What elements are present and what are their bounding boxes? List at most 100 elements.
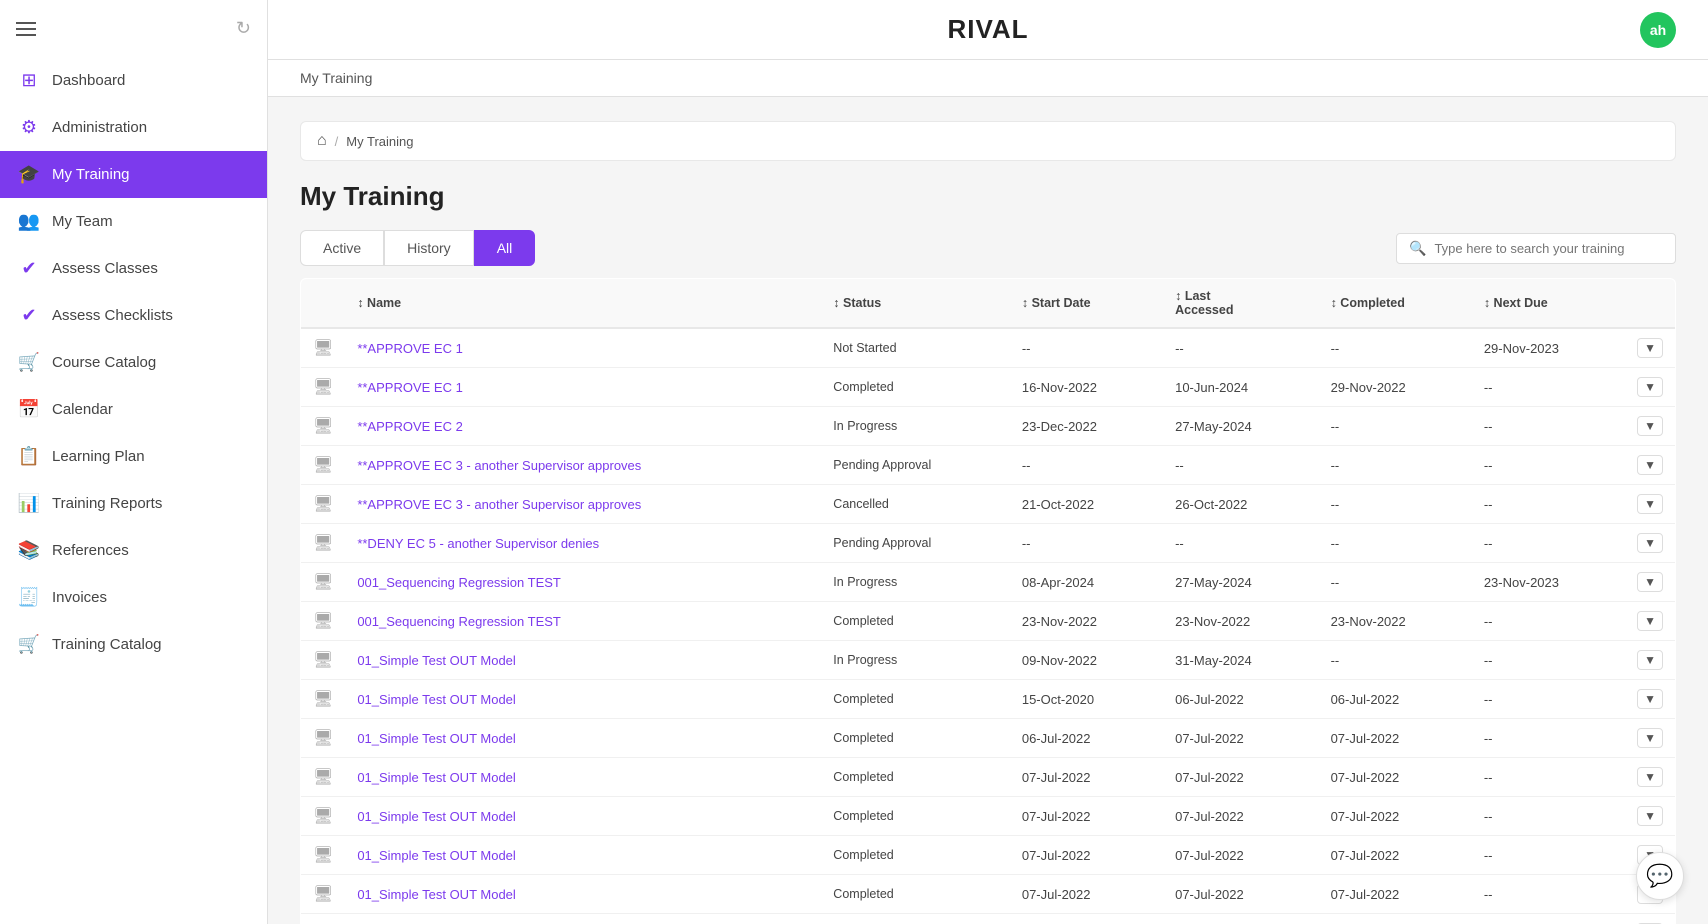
- row-name[interactable]: **APPROVE EC 3 - another Supervisor appr…: [345, 446, 821, 485]
- hamburger-menu-icon[interactable]: [16, 22, 36, 36]
- search-input[interactable]: [1434, 241, 1663, 256]
- row-action[interactable]: ▼: [1625, 563, 1675, 602]
- row-action[interactable]: ▼: [1625, 368, 1675, 407]
- row-next-due: --: [1472, 719, 1625, 758]
- row-dropdown-button[interactable]: ▼: [1637, 806, 1663, 826]
- monitor-icon: 🖥: [313, 808, 333, 825]
- row-dropdown-button[interactable]: ▼: [1637, 611, 1663, 631]
- row-dropdown-button[interactable]: ▼: [1637, 494, 1663, 514]
- row-status: Cancelled: [821, 485, 1010, 524]
- table-row: 🖥 **APPROVE EC 3 - another Supervisor ap…: [301, 485, 1676, 524]
- row-start-date: 07-Jul-2022: [1010, 875, 1163, 914]
- sidebar-item-my-team[interactable]: 👥 My Team: [0, 198, 267, 245]
- sidebar-item-calendar[interactable]: 📅 Calendar: [0, 386, 267, 433]
- row-action[interactable]: ▼: [1625, 328, 1675, 368]
- row-name[interactable]: 01_Simple Test OUT Model: [345, 836, 821, 875]
- sidebar-item-assess-classes[interactable]: ✔ Assess Classes: [0, 245, 267, 292]
- col-header-next-due[interactable]: ↕ Next Due: [1472, 279, 1625, 329]
- row-action[interactable]: ▼: [1625, 797, 1675, 836]
- row-action[interactable]: ▼: [1625, 641, 1675, 680]
- row-name[interactable]: 01_Simple Test OUT Model: [345, 875, 821, 914]
- row-completed: 07-Jul-2022: [1319, 719, 1472, 758]
- row-action[interactable]: ▼: [1625, 758, 1675, 797]
- row-name[interactable]: **APPROVE EC 1: [345, 368, 821, 407]
- row-next-due: 23-Nov-2023: [1472, 563, 1625, 602]
- table-row: 🖥 01_Simple Test OUT Model In Progress 0…: [301, 641, 1676, 680]
- row-name[interactable]: 001_Sequencing Regression TEST: [345, 563, 821, 602]
- row-name[interactable]: **APPROVE EC 1: [345, 328, 821, 368]
- row-action[interactable]: ▼: [1625, 680, 1675, 719]
- monitor-icon: 🖥: [313, 340, 333, 357]
- row-last-accessed: 07-Jul-2022: [1163, 797, 1318, 836]
- row-dropdown-button[interactable]: ▼: [1637, 689, 1663, 709]
- row-name[interactable]: 01_Simple Test OUT Model: [345, 914, 821, 924]
- row-last-accessed: 07-Jul-2022: [1163, 719, 1318, 758]
- back-icon[interactable]: ↻: [236, 18, 251, 39]
- row-dropdown-button[interactable]: ▼: [1637, 533, 1663, 553]
- row-dropdown-button[interactable]: ▼: [1637, 455, 1663, 475]
- row-last-accessed: 10-Jun-2024: [1163, 368, 1318, 407]
- row-last-accessed: 07-Jul-2022: [1163, 836, 1318, 875]
- row-action[interactable]: ▼: [1625, 719, 1675, 758]
- search-box[interactable]: 🔍: [1396, 233, 1676, 264]
- sidebar-item-administration[interactable]: ⚙ Administration: [0, 104, 267, 151]
- row-name[interactable]: 01_Simple Test OUT Model: [345, 758, 821, 797]
- row-action[interactable]: ▼: [1625, 446, 1675, 485]
- sidebar-item-course-catalog[interactable]: 🛒 Course Catalog: [0, 339, 267, 386]
- row-name[interactable]: **DENY EC 5 - another Supervisor denies: [345, 524, 821, 563]
- row-action[interactable]: ▼: [1625, 524, 1675, 563]
- learning-plan-icon: 📋: [18, 446, 40, 467]
- tab-all[interactable]: All: [474, 230, 536, 266]
- col-header-completed[interactable]: ↕ Completed: [1319, 279, 1472, 329]
- table-row: 🖥 01_Simple Test OUT Model Completed 07-…: [301, 836, 1676, 875]
- col-header-icon: [301, 279, 346, 329]
- row-dropdown-button[interactable]: ▼: [1637, 377, 1663, 397]
- sidebar-item-references[interactable]: 📚 References: [0, 527, 267, 574]
- user-avatar[interactable]: ah: [1640, 12, 1676, 48]
- row-completed: --: [1319, 563, 1472, 602]
- row-action[interactable]: ▼: [1625, 407, 1675, 446]
- sidebar-item-training-reports[interactable]: 📊 Training Reports: [0, 480, 267, 527]
- subheader: My Training: [268, 60, 1708, 97]
- tabs: ActiveHistoryAll: [300, 230, 535, 266]
- row-name[interactable]: 01_Simple Test OUT Model: [345, 719, 821, 758]
- tab-active[interactable]: Active: [300, 230, 384, 266]
- row-name[interactable]: **APPROVE EC 3 - another Supervisor appr…: [345, 485, 821, 524]
- breadcrumb-home-icon[interactable]: ⌂: [317, 132, 327, 150]
- sidebar-item-assess-checklists[interactable]: ✔ Assess Checklists: [0, 292, 267, 339]
- sidebar-item-label: Assess Checklists: [52, 307, 173, 324]
- reports-icon: 📊: [18, 493, 40, 514]
- toolbar-row: ActiveHistoryAll 🔍: [300, 230, 1676, 266]
- row-last-accessed: 31-May-2024: [1163, 641, 1318, 680]
- col-header-status[interactable]: ↕ Status: [821, 279, 1010, 329]
- row-dropdown-button[interactable]: ▼: [1637, 572, 1663, 592]
- row-action[interactable]: ▼: [1625, 914, 1675, 924]
- chat-fab[interactable]: 💬: [1636, 852, 1684, 900]
- sidebar-item-learning-plan[interactable]: 📋 Learning Plan: [0, 433, 267, 480]
- row-action[interactable]: ▼: [1625, 602, 1675, 641]
- row-name[interactable]: 01_Simple Test OUT Model: [345, 797, 821, 836]
- col-header-name[interactable]: ↕ Name: [345, 279, 821, 329]
- row-dropdown-button[interactable]: ▼: [1637, 767, 1663, 787]
- row-dropdown-button[interactable]: ▼: [1637, 650, 1663, 670]
- tab-history[interactable]: History: [384, 230, 474, 266]
- row-name[interactable]: 01_Simple Test OUT Model: [345, 680, 821, 719]
- sidebar-item-label: My Team: [52, 213, 113, 230]
- col-header-last-accessed[interactable]: ↕ LastAccessed: [1163, 279, 1318, 329]
- row-name[interactable]: 001_Sequencing Regression TEST: [345, 602, 821, 641]
- row-name[interactable]: 01_Simple Test OUT Model: [345, 641, 821, 680]
- sidebar-item-invoices[interactable]: 🧾 Invoices: [0, 574, 267, 621]
- row-status: Pending Approval: [821, 524, 1010, 563]
- monitor-icon: 🖥: [313, 613, 333, 630]
- sidebar-item-my-training[interactable]: 🎓 My Training: [0, 151, 267, 198]
- row-completed: 07-Jul-2022: [1319, 758, 1472, 797]
- row-name[interactable]: **APPROVE EC 2: [345, 407, 821, 446]
- row-dropdown-button[interactable]: ▼: [1637, 338, 1663, 358]
- row-dropdown-button[interactable]: ▼: [1637, 728, 1663, 748]
- row-icon: 🖥: [301, 328, 346, 368]
- col-header-start-date[interactable]: ↕ Start Date: [1010, 279, 1163, 329]
- sidebar-item-dashboard[interactable]: ⊞ Dashboard: [0, 57, 267, 104]
- row-action[interactable]: ▼: [1625, 485, 1675, 524]
- row-dropdown-button[interactable]: ▼: [1637, 416, 1663, 436]
- sidebar-item-training-catalog[interactable]: 🛒 Training Catalog: [0, 621, 267, 668]
